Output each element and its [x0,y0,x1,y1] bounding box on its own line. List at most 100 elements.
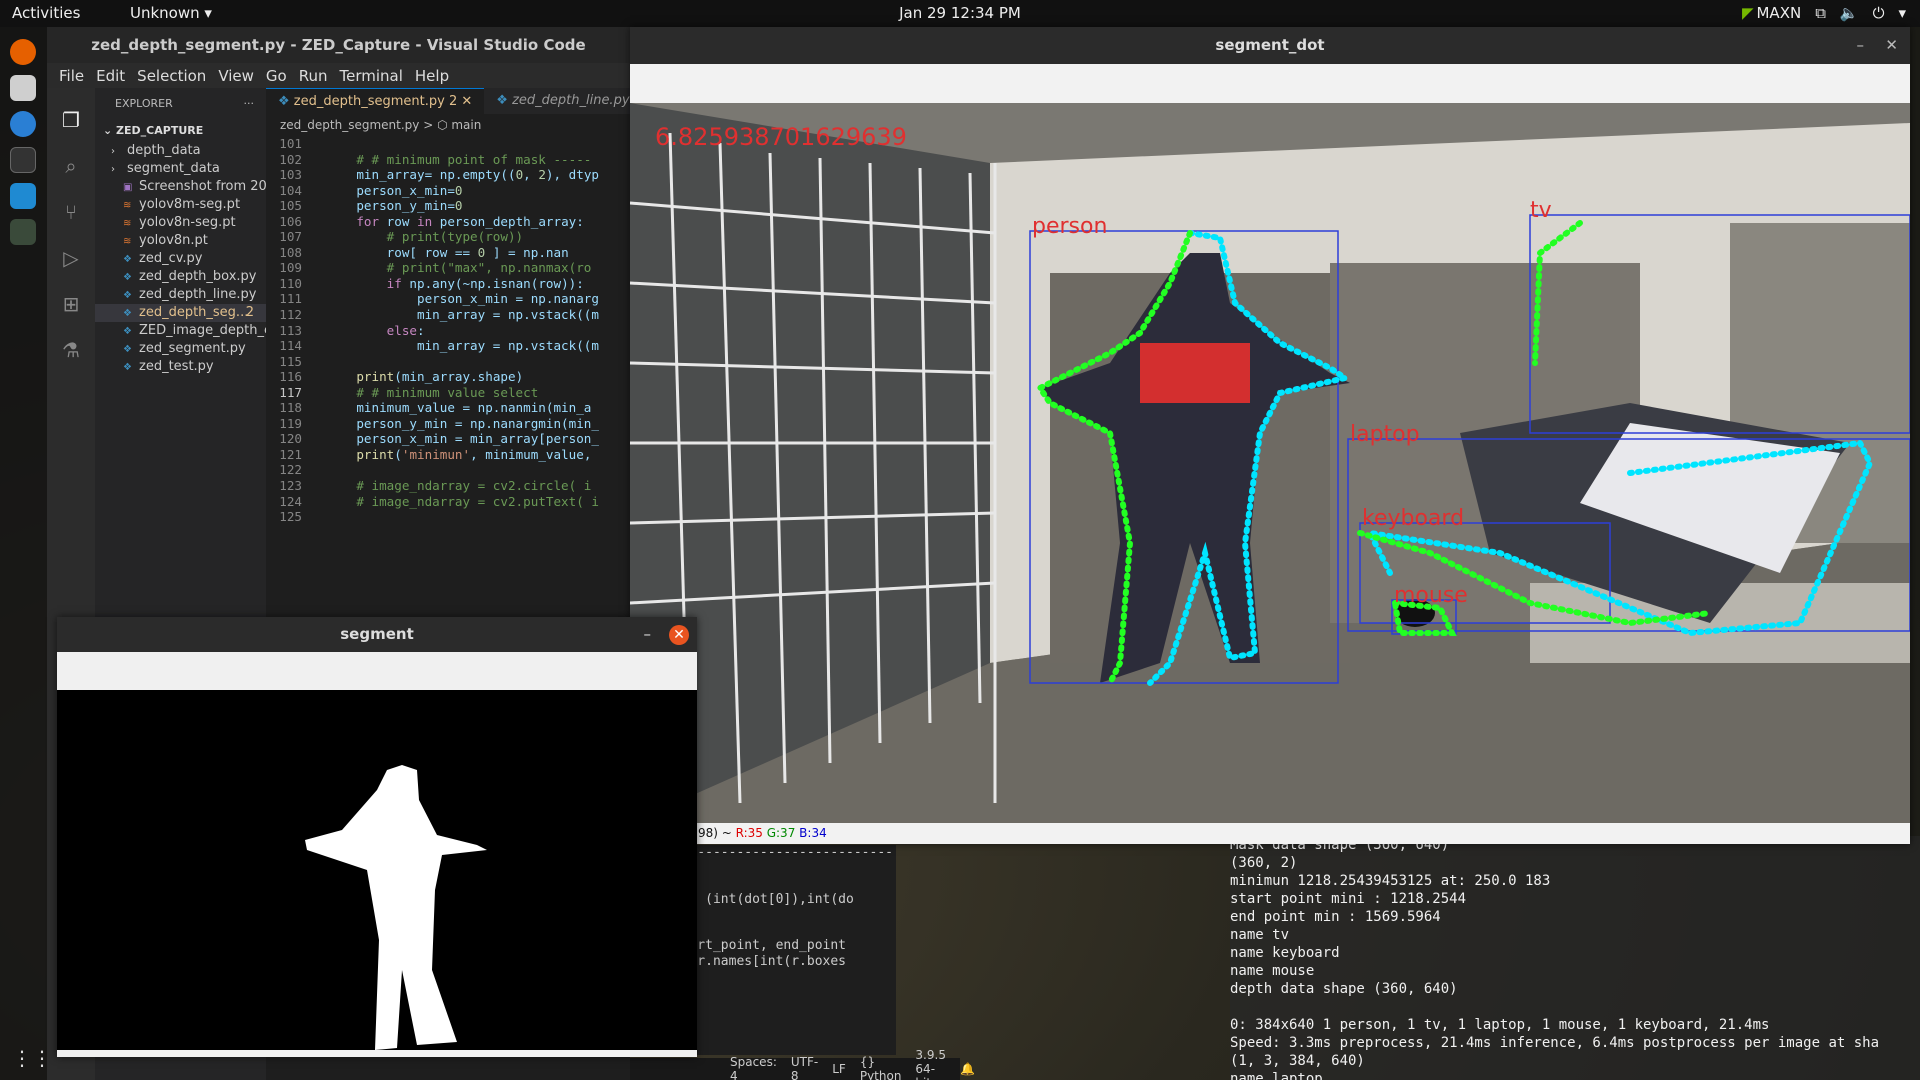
breadcrumb[interactable]: zed_depth_segment.py > ⬡ main [266,114,630,136]
status-spaces[interactable]: Spaces: 4 [730,1055,777,1080]
line-number: 105 [279,198,302,214]
file-tree-item[interactable]: ❖ zed_depth_line.py [95,286,266,304]
file-tree-item[interactable]: ❖ zed_depth_box.py [95,268,266,286]
menu-run[interactable]: Run [293,67,334,85]
workspace-root[interactable]: ⌄ ZED_CAPTURE [95,120,266,142]
menu-selection[interactable]: Selection [131,67,212,85]
code-line[interactable]: 107 # print(type(row)) [266,229,630,245]
source-control-icon[interactable]: ⑂ [59,200,83,224]
menu-go[interactable]: Go [260,67,293,85]
menu-help[interactable]: Help [409,67,455,85]
file-tree-item[interactable]: › segment_data [95,160,266,178]
run-debug-icon[interactable]: ▷ [59,246,83,270]
code-line[interactable]: 110 if np.any(~np.isnan(row)): [266,276,630,292]
code-line[interactable]: 108 row[ row == 0 ] = np.nan [266,245,630,261]
file-tree-item[interactable]: ❖ ZED_image_depth_c... [95,322,266,340]
gnome-terminal[interactable]: Mask data shape (360, 640) (360, 2) minimu… [1230,836,1920,1080]
code-line[interactable]: 104 person_x_min=0 [266,183,630,199]
file-tree-item[interactable]: ❖ zed_cv.py [95,250,266,268]
menu-edit[interactable]: Edit [90,67,131,85]
code-line[interactable]: 112 min_array = np.vstack((m [266,307,630,323]
close-icon[interactable]: ✕ [1885,27,1898,64]
code-line[interactable]: 105 person_y_min=0 [266,198,630,214]
window-titlebar[interactable]: segment_dot – ✕ [630,27,1910,64]
testing-icon[interactable]: ⚗ [59,338,83,362]
window-titlebar[interactable]: segment – ✕ [57,617,697,652]
code-line[interactable]: 117 # # minimum value select [266,385,630,401]
terminal-line: depth data shape (360, 640) [1230,981,1458,997]
camera-frame-svg: 6.825938701629639 person tv laptop keybo… [630,103,1910,823]
camera-frame[interactable]: 6.825938701629639 person tv laptop keybo… [630,103,1910,823]
code-line[interactable]: 118 minimum_value = np.nanmin(min_a [266,400,630,416]
explorer-icon[interactable]: ❐ [59,108,83,132]
code-line[interactable]: 123 # image_ndarray = cv2.circle( i [266,478,630,494]
minimize-icon[interactable]: – [644,617,652,652]
code-editor[interactable]: 101 102 # # minimum point of mask ----- 10… [266,136,630,525]
line-number: 120 [279,431,302,447]
file-tree-item[interactable]: ▣ Screenshot from 20... [95,178,266,196]
line-number: 114 [279,338,302,354]
terminal-line: start point mini : 1218.2544 [1230,891,1467,907]
terminal-icon[interactable] [10,147,36,173]
extensions-icon[interactable]: ⊞ [59,292,83,316]
clock[interactable]: Jan 29 12:34 PM [0,4,1920,22]
code-line[interactable]: 124 # image_ndarray = cv2.putText( i [266,494,630,510]
terminal-line: minimun 1218.25439453125 at: 250.0 183 [1230,873,1551,889]
menu-bar: File Edit Selection View Go Run Terminal… [47,63,630,88]
status-interpreter[interactable]: 3.9.5 64-bit [915,1048,946,1080]
menu-file[interactable]: File [53,67,90,85]
code-line[interactable]: 106 for row in person_depth_array: [266,214,630,230]
code-line[interactable]: 101 [266,136,630,152]
file-tree-item[interactable]: ≋ yolov8m-seg.pt [95,196,266,214]
files-icon[interactable] [10,75,36,101]
code-line[interactable]: 119 person_y_min = np.nanargmin(min_ [266,416,630,432]
system-tray[interactable]: ◤ MAXN ⧉ 🔈 ⏻ ▾ [1742,4,1906,22]
line-text: if np.any(~np.isnan(row)): [386,275,584,291]
file-tree-item[interactable]: ❖ zed_test.py [95,358,266,376]
code-line[interactable]: 109 # print("max", np.nanmax(ro [266,260,630,276]
status-encoding[interactable]: UTF-8 [791,1055,818,1080]
code-line[interactable]: 113 else: [266,323,630,339]
code-line[interactable]: 114 min_array = np.vstack((m [266,338,630,354]
bell-icon[interactable]: 🔔 [960,1062,975,1076]
app-icon[interactable] [10,219,36,245]
code-line[interactable]: 116 print(min_array.shape) [266,369,630,385]
terminal-line: str(r.names[int(r.boxes [666,953,847,969]
code-line[interactable]: 102 # # minimum point of mask ----- [266,152,630,168]
menu-terminal[interactable]: Terminal [334,67,409,85]
tab-zed-depth-line[interactable]: ❖ zed_depth_line.py [484,88,641,114]
file-tree-item[interactable]: ❖ zed_depth_seg... 2 [95,304,266,322]
code-line[interactable]: 111 person_x_min = np.nanarg [266,291,630,307]
image-toolbar [57,652,697,690]
menu-view[interactable]: View [212,67,260,85]
nvidia-power-mode[interactable]: ◤ MAXN [1742,4,1801,22]
code-line[interactable]: 125 [266,509,630,525]
line-text: # image_ndarray = cv2.putText( i [326,493,599,509]
code-line[interactable]: 121 print('minimun', minimum_value, [266,447,630,463]
line-text [302,136,326,152]
code-line[interactable]: 103 min_array= np.empty((0, 2), dtyp [266,167,630,183]
file-tree-item[interactable]: › depth_data [95,142,266,160]
tab-zed-depth-segment[interactable]: ❖ zed_depth_segment.py 2 ✕ [266,88,485,114]
minimize-icon[interactable]: – [1857,27,1865,64]
status-language[interactable]: {} Python [860,1055,902,1080]
firefox-icon[interactable] [10,39,36,65]
file-tree-item[interactable]: ❖ zed_segment.py [95,340,266,358]
search-icon[interactable]: ⌕ [59,154,83,178]
status-eol[interactable]: LF [832,1062,846,1076]
segmentation-mask[interactable] [57,690,697,1050]
file-tree-item[interactable]: ≋ yolov8n.pt [95,232,266,250]
close-icon[interactable]: ✕ [669,625,689,645]
code-line[interactable]: 115 [266,354,630,370]
close-icon[interactable]: ✕ [461,94,472,109]
code-line[interactable]: 122 [266,462,630,478]
terminal-line: ----------------------------- [666,845,893,860]
more-actions-icon[interactable]: ··· [244,88,255,120]
chevron-down-icon: ▾ [1898,4,1906,22]
vscode-icon[interactable] [10,183,36,209]
vscode-terminal-panel[interactable]: ----------------------------- ay , (int(d… [666,845,896,1055]
code-line[interactable]: 120 person_x_min = min_array[person_ [266,431,630,447]
file-tree-item[interactable]: ≋ yolov8n-seg.pt [95,214,266,232]
help-icon[interactable] [10,111,36,137]
